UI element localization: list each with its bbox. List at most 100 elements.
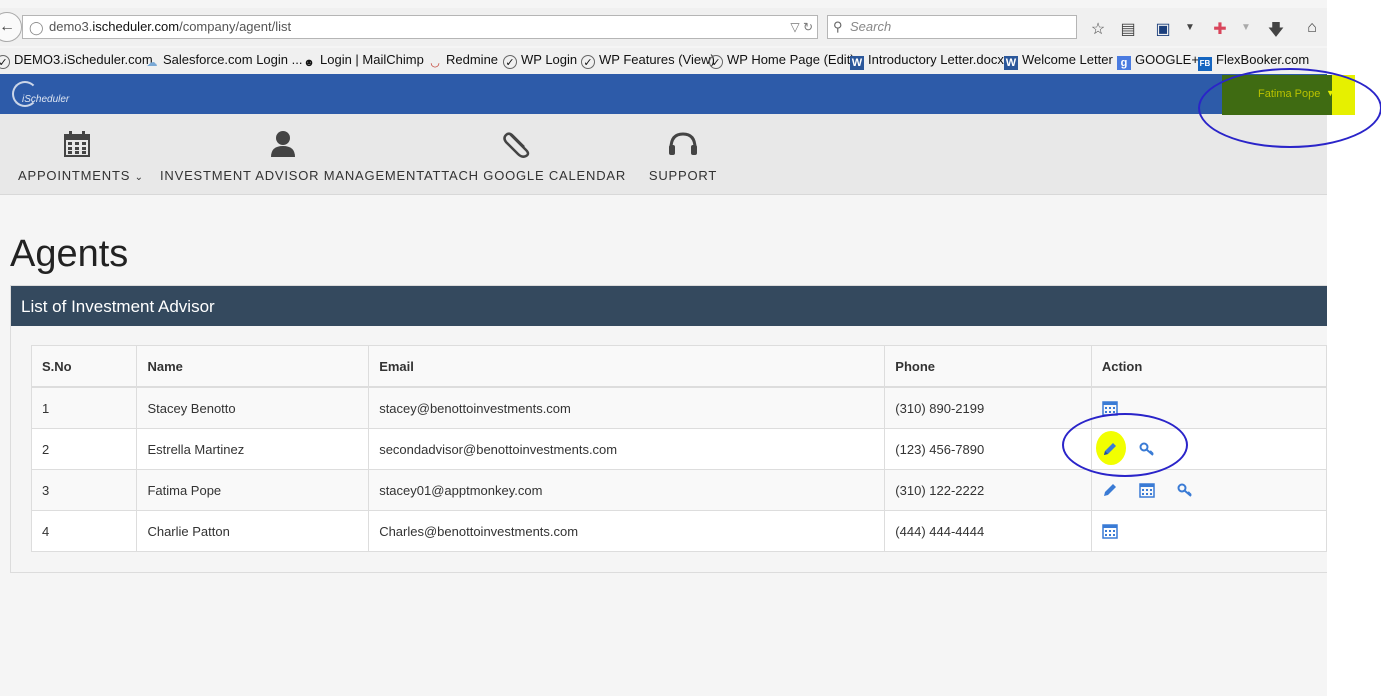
key-icon[interactable] xyxy=(1139,441,1155,457)
bookmark-item[interactable]: W Welcome Letter xyxy=(1004,52,1113,70)
browser-toolbar: ← ◯ demo3.ischeduler.com/company/agent/li… xyxy=(0,8,1327,46)
mailchimp-icon: ☻ xyxy=(303,57,315,69)
table-row: 1 Stacey Benotto stacey@benottoinvestmen… xyxy=(30,386,1327,429)
ischeduler-logo[interactable]: iScheduler xyxy=(12,81,74,107)
search-placeholder: Search xyxy=(850,19,892,34)
bookmark-item[interactable]: ◡ Redmine xyxy=(428,52,498,70)
calendar-icon xyxy=(64,131,90,157)
bookmark-item[interactable]: ✓ WP Home Page (Edit) xyxy=(709,52,855,69)
user-icon xyxy=(271,131,295,157)
page: ← ◯ demo3.ischeduler.com/company/agent/li… xyxy=(0,0,1327,696)
table-row: 4 Charlie Patton Charles@benottoinvestme… xyxy=(30,510,1327,552)
logo-text: iScheduler xyxy=(22,94,70,105)
cell-actions xyxy=(1090,510,1327,552)
bookmarks-bar: ✓ DEMO3.iScheduler.com ☁ Salesforce.com Lo… xyxy=(0,48,1327,74)
edit-pencil-icon[interactable] xyxy=(1095,431,1126,466)
user-name: Fatima Pope xyxy=(1258,88,1321,100)
nav-attach-google-calendar[interactable]: ATTACH GOOGLE CALENDAR xyxy=(424,114,627,194)
clock-icon: ✓ xyxy=(581,55,595,69)
calendar-icon[interactable] xyxy=(1102,400,1118,417)
cell-actions xyxy=(1090,386,1327,429)
home-icon[interactable]: ⌂ xyxy=(1302,19,1322,37)
cell-sno: 2 xyxy=(30,428,138,470)
calendar-icon[interactable] xyxy=(1102,523,1118,540)
clock-icon: ✓ xyxy=(709,55,723,69)
cell-phone: (310) 890-2199 xyxy=(884,386,1092,429)
star-icon[interactable]: ☆ xyxy=(1088,19,1108,39)
bookmark-item[interactable]: ✓ DEMO3.iScheduler.com xyxy=(0,52,153,69)
edit-pencil-icon[interactable] xyxy=(1102,482,1118,498)
search-icon: ⚲ xyxy=(833,19,843,34)
chevron-down-icon[interactable]: ▼ xyxy=(1180,22,1200,33)
bookmark-item[interactable]: ✓ WP Login xyxy=(503,52,577,69)
caret-down-icon: ▼ xyxy=(1326,88,1335,98)
panel-title: List of Investment Advisor xyxy=(21,297,215,316)
cell-actions xyxy=(1090,469,1327,511)
nav-label: APPOINTMENTS ⌄ xyxy=(18,168,144,183)
url-path: /company/agent/list xyxy=(179,19,292,34)
cell-actions xyxy=(1090,428,1327,470)
cell-name: Fatima Pope xyxy=(136,469,370,511)
cell-phone: (123) 456-7890 xyxy=(884,428,1092,470)
headset-icon xyxy=(669,132,697,155)
user-menu[interactable]: Fatima Pope ▼ xyxy=(1222,75,1355,115)
cell-name: Estrella Martinez xyxy=(136,428,370,470)
cell-phone: (310) 122-2222 xyxy=(884,469,1092,511)
bookmark-item[interactable]: g GOOGLE+ xyxy=(1117,52,1199,70)
cell-email: Charles@benottoinvestments.com xyxy=(368,510,886,552)
bookmark-item[interactable]: ✓ WP Features (View) xyxy=(581,52,715,69)
advisor-table: S.No Name Email Phone Action 1 Stacey Be… xyxy=(30,345,1327,552)
calendar-icon[interactable] xyxy=(1139,482,1156,499)
col-header-sno[interactable]: S.No xyxy=(30,345,138,388)
cell-email: stacey01@apptmonkey.com xyxy=(368,469,886,511)
url-field[interactable]: ◯ demo3.ischeduler.com/company/agent/list… xyxy=(22,15,818,39)
bookmark-item[interactable]: FB FlexBooker.com xyxy=(1198,52,1309,71)
nav-label: SUPPORT xyxy=(648,168,718,183)
nav-label: INVESTMENT ADVISOR MANAGEMENT xyxy=(160,168,425,183)
nav-support[interactable]: SUPPORT xyxy=(640,114,726,194)
nav-appointments[interactable]: APPOINTMENTS ⌄ xyxy=(18,114,144,194)
cell-sno: 4 xyxy=(30,510,138,552)
clock-icon: ✓ xyxy=(0,55,10,69)
panel-header: List of Investment Advisor xyxy=(11,286,1327,326)
table-header-row: S.No Name Email Phone Action xyxy=(30,345,1327,388)
cell-name: Charlie Patton xyxy=(136,510,370,552)
table-row: 3 Fatima Pope stacey01@apptmonkey.com (3… xyxy=(30,469,1327,511)
paperclip-icon xyxy=(503,132,530,158)
main-nav: APPOINTMENTS ⌄ INVESTMENT ADVISOR MANAGE… xyxy=(0,114,1327,195)
save-icon[interactable]: ▣ xyxy=(1153,19,1173,39)
col-header-email[interactable]: Email xyxy=(368,345,886,388)
redmine-icon: ◡ xyxy=(430,57,440,69)
col-header-name[interactable]: Name xyxy=(136,345,370,388)
reading-list-icon[interactable]: ▤ xyxy=(1118,19,1138,39)
url-prefix: demo3. xyxy=(49,19,93,34)
chevron-down-icon[interactable]: ▼ xyxy=(1236,22,1256,33)
nav-investment-advisor-management[interactable]: INVESTMENT ADVISOR MANAGEMENT xyxy=(160,114,425,194)
back-arrow-icon[interactable]: ← xyxy=(0,12,22,42)
clock-icon: ✓ xyxy=(503,55,517,69)
addon-plus-icon[interactable]: ✚ xyxy=(1210,19,1230,39)
chevron-down-icon: ⌄ xyxy=(134,172,144,183)
reload-icon[interactable]: ▽ ↻ xyxy=(790,16,813,38)
bookmark-item[interactable]: W Introductory Letter.docx xyxy=(850,52,1004,70)
bookmark-item[interactable]: ☁ Salesforce.com Login ... xyxy=(145,52,303,70)
download-icon[interactable]: 🡇 xyxy=(1266,19,1286,46)
cell-sno: 1 xyxy=(30,386,138,429)
cell-name: Stacey Benotto xyxy=(136,386,370,429)
google-icon: g xyxy=(1117,56,1131,70)
cloud-icon: ☁ xyxy=(146,57,158,69)
word-doc-icon: W xyxy=(1004,56,1018,70)
cell-sno: 3 xyxy=(30,469,138,511)
col-header-phone[interactable]: Phone xyxy=(884,345,1092,388)
globe-icon: ◯ xyxy=(29,20,44,35)
flexbooker-icon: FB xyxy=(1198,57,1212,71)
key-icon[interactable] xyxy=(1177,482,1193,498)
nav-label: ATTACH GOOGLE CALENDAR xyxy=(424,168,627,183)
cell-email: secondadvisor@benottoinvestments.com xyxy=(368,428,886,470)
url-host: ischeduler.com xyxy=(92,19,180,34)
col-header-action: Action xyxy=(1090,345,1327,388)
browser-search-input[interactable]: ⚲ Search xyxy=(827,15,1077,39)
bookmark-item[interactable]: ☻ Login | MailChimp xyxy=(302,52,424,70)
table-row: 2 Estrella Martinez secondadvisor@benott… xyxy=(30,428,1327,470)
cell-phone: (444) 444-4444 xyxy=(884,510,1092,552)
